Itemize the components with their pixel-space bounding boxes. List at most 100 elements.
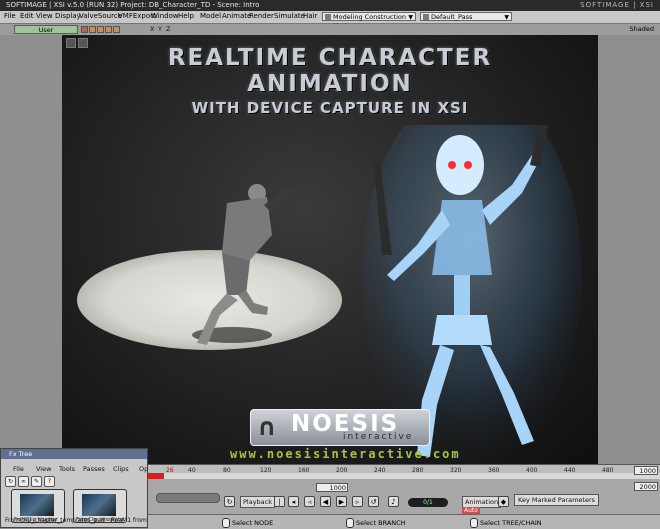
window-title: SOFTIMAGE | XSI v.5.0 (RUN 32) Project: … — [6, 1, 260, 9]
toggle-button[interactable] — [113, 26, 120, 33]
display-mode-menu[interactable]: Shaded — [630, 25, 654, 33]
time-slider[interactable] — [156, 493, 220, 503]
menu-help[interactable]: Help — [178, 12, 194, 20]
fx-menu-tools[interactable]: Tools — [59, 465, 75, 473]
toggle-button[interactable] — [105, 26, 112, 33]
timeline-tick: 360 — [488, 467, 500, 474]
fx-node-preview — [82, 494, 116, 516]
timeline-tick: 320 — [450, 467, 462, 474]
fx-tree-status: FromClip_chapter_templates_pad - RoaM1 f… — [5, 517, 147, 524]
frame-readout: 0/1 — [408, 498, 448, 507]
chevron-down-icon: ▼ — [408, 14, 413, 21]
main-menu-bar: File Edit View Display ValveSource VMFEx… — [0, 11, 660, 30]
toggle-button[interactable] — [89, 26, 96, 33]
playback-controls: 1000 2000 ↻ Playback | ◂ ◃ ◀ ▶ ▹ ↺ ♪ 0/1… — [148, 479, 660, 514]
window-title-bar: SOFTIMAGE | XSI v.5.0 (RUN 32) Project: … — [0, 0, 660, 11]
auto-key-button[interactable]: Auto — [462, 507, 480, 514]
fx-menu-view[interactable]: View — [36, 465, 51, 473]
fx-toolbar: ↻ ∞ ✎? — [5, 476, 57, 487]
headline-line-2: ANIMATION — [247, 71, 413, 97]
menu-edit[interactable]: Edit — [20, 12, 34, 20]
fx-menu-op[interactable]: Op — [139, 465, 148, 473]
menu-hair[interactable]: Hair — [303, 12, 317, 20]
mouse-right-action: Select TREE/CHAIN — [480, 519, 542, 527]
3d-viewport[interactable]: REALTIME CHARACTER ANIMATION WITH DEVICE… — [62, 35, 598, 471]
play-forward-icon[interactable]: ▶ — [336, 496, 347, 507]
range-end-field[interactable]: 2000 — [634, 482, 658, 491]
menu-model[interactable]: Model — [200, 12, 221, 20]
help-icon[interactable]: ? — [44, 476, 55, 487]
loop-icon[interactable]: ↻ — [224, 496, 235, 507]
fx-node-preview — [20, 494, 54, 516]
timeline-tick: 40 — [188, 467, 196, 474]
right-panel — [598, 35, 660, 463]
refresh-icon[interactable]: ↻ — [5, 476, 16, 487]
axis-y-button[interactable]: Y — [158, 25, 162, 33]
playback-menu-button[interactable]: Playback — [240, 496, 276, 508]
menu-display[interactable]: Display — [55, 12, 81, 20]
fx-menu-file[interactable]: File — [13, 465, 24, 473]
timeline-tick: 480 — [602, 467, 614, 474]
axis-z-button[interactable]: Z — [166, 25, 170, 33]
step-back-icon[interactable]: ◃ — [304, 496, 315, 507]
fx-menu-clips[interactable]: Clips — [113, 465, 129, 473]
menu-simulate[interactable]: Simulate — [274, 12, 305, 20]
viewport-toolbar: User X Y Z Shaded — [0, 24, 660, 35]
timeline-tick: 160 — [298, 467, 310, 474]
timeline-tick: 200 — [336, 467, 348, 474]
mouse-right-icon — [470, 518, 478, 528]
soldier-figure — [192, 184, 296, 345]
menu-file[interactable]: File — [4, 12, 16, 20]
key-icon[interactable]: ◆ — [498, 496, 509, 507]
timeline-tick: 440 — [564, 467, 576, 474]
noesis-n-mark: ∩ — [257, 413, 277, 441]
mode-icon — [325, 14, 331, 20]
brand-label: SOFTIMAGE | XSI — [580, 1, 654, 9]
timeline-tick: 240 — [374, 467, 386, 474]
loop-toggle-icon[interactable]: ↺ — [368, 496, 379, 507]
fx-tree-title[interactable]: Fx Tree — [1, 449, 147, 459]
menu-valvesource[interactable]: ValveSource — [79, 12, 122, 20]
audio-icon[interactable]: ♪ — [388, 496, 399, 507]
timeline[interactable]: 26 40 80 120 160 200 240 280 320 360 400… — [148, 464, 660, 480]
key-marked-parameters-button[interactable]: Key Marked Parameters — [514, 494, 600, 506]
timeline-tick: 80 — [223, 467, 231, 474]
menu-animate[interactable]: Animate — [222, 12, 251, 20]
pass-value: Default_Pass — [431, 13, 473, 21]
status-bar: Select NODE Select BRANCH Select TREE/CH… — [148, 514, 660, 529]
mouse-middle-action: Select BRANCH — [356, 519, 406, 527]
fx-tree-window: Fx Tree File View Tools Passes Clips Op … — [0, 448, 148, 528]
mouse-middle-icon — [346, 518, 354, 528]
toggle-button[interactable] — [81, 26, 88, 33]
current-frame-marker: 26 — [166, 467, 174, 474]
toggle-button[interactable] — [97, 26, 104, 33]
left-panel — [0, 35, 62, 448]
timeline-tick: 400 — [526, 467, 538, 474]
pass-icon — [423, 14, 429, 20]
headline-line-3: WITH DEVICE CAPTURE IN XSI — [191, 99, 469, 117]
menu-window[interactable]: Window — [151, 12, 179, 20]
pen-icon[interactable]: ✎ — [31, 476, 42, 487]
link-icon[interactable]: ∞ — [18, 476, 29, 487]
timeline-tick: 120 — [260, 467, 272, 474]
website-url: www.noesisinteractive.com — [230, 447, 461, 461]
camera-select[interactable]: User — [14, 25, 78, 34]
play-backward-icon[interactable]: ◀ — [320, 496, 331, 507]
menu-view[interactable]: View — [36, 12, 53, 20]
prev-key-icon[interactable]: ◂ — [288, 496, 299, 507]
current-frame-field[interactable]: 1000 — [316, 483, 348, 492]
timeline-tick: 280 — [412, 467, 424, 474]
menu-render[interactable]: Render — [249, 12, 274, 20]
chevron-down-icon: ▼ — [504, 14, 509, 21]
logo-sub-text: interactive — [343, 432, 414, 442]
first-frame-icon[interactable]: | — [274, 496, 285, 507]
end-frame-field[interactable]: 1000 — [634, 466, 658, 475]
headline-line-1: REALTIME CHARACTER — [167, 45, 493, 71]
fx-tree-menu: File View Tools Passes Clips Op — [1, 464, 148, 474]
axis-x-button[interactable]: X — [150, 25, 154, 33]
construction-mode-select[interactable]: Modeling Construction Mode ▼ — [322, 12, 416, 30]
pass-select[interactable]: Default_Pass ▼ — [420, 12, 512, 21]
fx-menu-passes[interactable]: Passes — [83, 465, 105, 473]
step-forward-icon[interactable]: ▹ — [352, 496, 363, 507]
noesis-logo: ∩ NOESIS interactive — [250, 409, 430, 446]
